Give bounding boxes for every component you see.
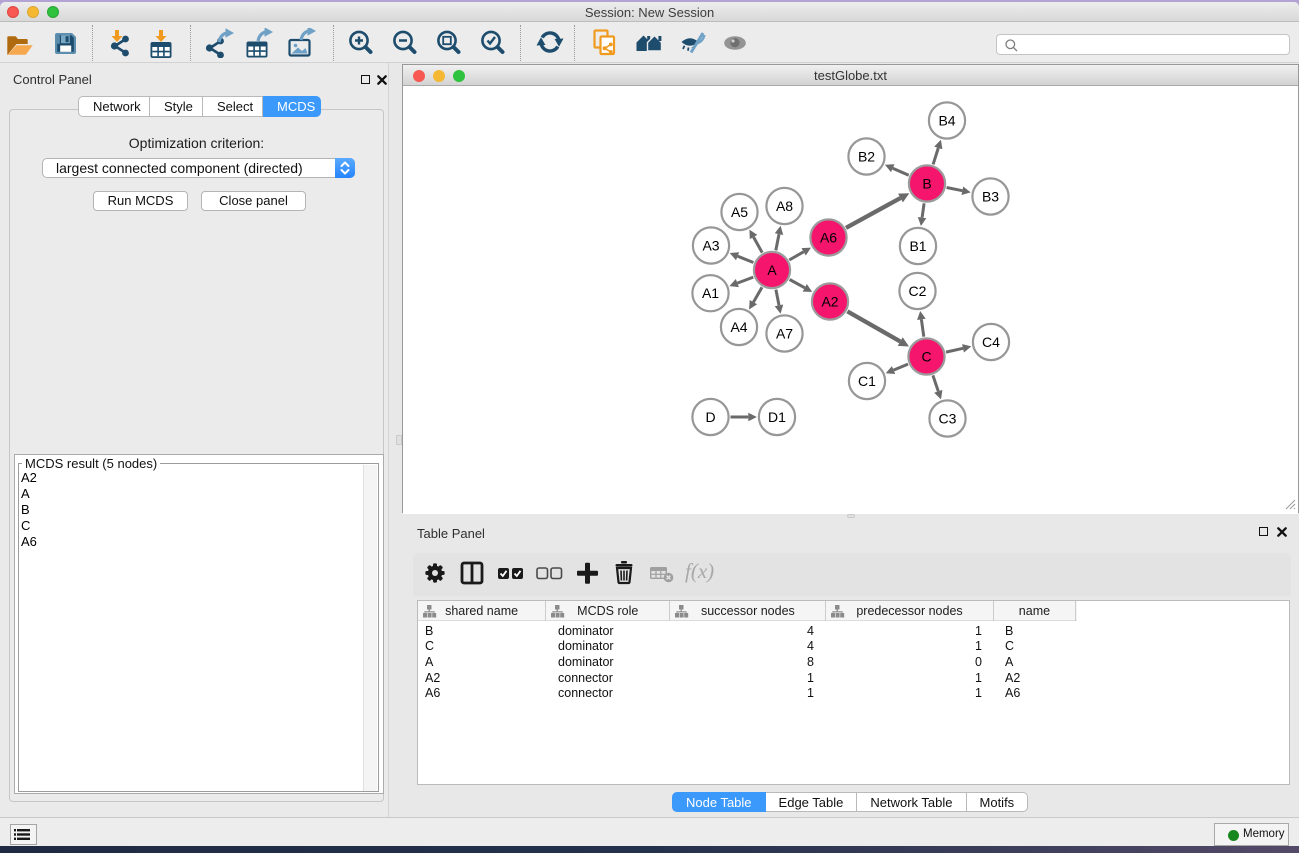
svg-text:B: B [922,176,931,192]
svg-text:C4: C4 [982,334,1000,350]
svg-text:B1: B1 [909,238,926,254]
svg-text:A8: A8 [776,198,793,214]
svg-text:B4: B4 [938,113,955,129]
svg-text:C2: C2 [909,283,927,299]
svg-text:A7: A7 [776,326,793,342]
svg-text:A4: A4 [730,319,747,335]
svg-text:C1: C1 [858,373,876,389]
svg-text:A6: A6 [820,230,837,246]
svg-text:A1: A1 [702,285,719,301]
svg-text:B2: B2 [858,149,875,165]
svg-text:A2: A2 [821,294,838,310]
svg-text:B3: B3 [982,189,999,205]
svg-text:C3: C3 [939,411,957,427]
svg-text:D1: D1 [768,409,786,425]
svg-text:A3: A3 [702,238,719,254]
svg-text:A: A [767,262,777,278]
svg-text:D: D [705,409,715,425]
svg-text:A5: A5 [731,204,748,220]
svg-text:C: C [921,349,931,365]
